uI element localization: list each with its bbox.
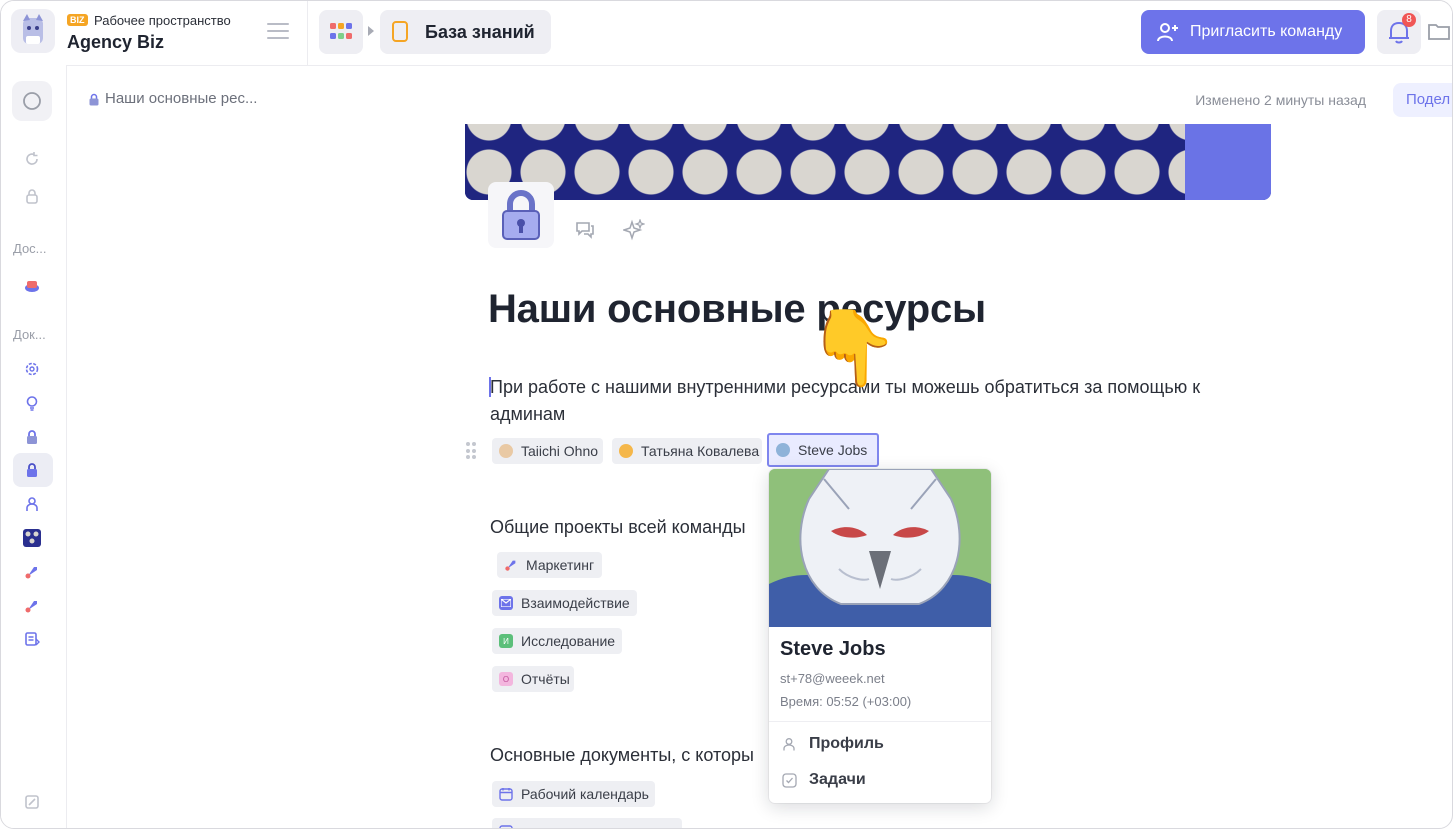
mention-label: Татьяна Ковалева (641, 443, 760, 459)
notifications-count-badge: 8 (1402, 13, 1416, 27)
project-label: Взаимодействие (521, 595, 630, 611)
document-breadcrumb[interactable]: Наши основные рес... (105, 90, 257, 107)
apps-grid-icon (330, 23, 352, 41)
workspace-logo[interactable] (11, 9, 55, 53)
rocket-icon (504, 558, 518, 572)
mention-chip-selected[interactable]: Steve Jobs (767, 433, 879, 467)
drag-handle-icon[interactable] (466, 442, 476, 460)
lock-icon (89, 93, 99, 106)
project-link[interactable]: И Исследование (492, 628, 622, 654)
checkbox-icon (781, 772, 797, 788)
divider (769, 721, 991, 722)
knowledge-base-breadcrumb[interactable]: База знаний (380, 10, 551, 54)
invite-team-label: Пригласить команду (1190, 23, 1343, 40)
share-label: Подел (1406, 91, 1451, 108)
app-window: BIZ Рабочее пространство Agency Biz База… (0, 0, 1453, 829)
padlock-doc-icon[interactable] (21, 426, 43, 448)
pointing-hand-icon: 👇 (807, 306, 900, 389)
project-link[interactable]: О Отчёты (492, 666, 574, 692)
project-link[interactable]: Маркетинг (497, 552, 602, 578)
calendar-icon (499, 824, 513, 828)
document-link[interactable] (492, 818, 682, 828)
document-link[interactable]: Рабочий календарь (492, 781, 655, 807)
apps-button[interactable] (319, 10, 363, 54)
mention-label: Steve Jobs (798, 442, 868, 458)
workspace-name[interactable]: Agency Biz (67, 32, 164, 53)
mail-icon (499, 596, 513, 610)
calendar-icon (499, 787, 513, 801)
owl-avatar-icon (769, 469, 991, 627)
rocket-icon[interactable] (21, 595, 43, 617)
comment-icon[interactable] (574, 219, 596, 239)
page-title[interactable]: Наши основные ресурсы (488, 287, 986, 332)
user-icon (781, 736, 797, 752)
project-label: Отчёты (521, 671, 570, 687)
gear-icon[interactable] (21, 358, 43, 380)
profile-menu-label: Профиль (809, 735, 884, 752)
collapse-sidebar-icon[interactable] (21, 791, 43, 813)
profile-name: Steve Jobs (780, 638, 886, 660)
tasks-menu-label: Задачи (809, 771, 866, 788)
avatar (776, 443, 790, 457)
mention-label: Taiichi Ohno (521, 443, 599, 459)
coffee-icon[interactable] (21, 274, 43, 296)
last-modified-label: Изменено 2 минуты назад (1195, 92, 1366, 108)
tasks-menu-item[interactable]: Задачи (781, 771, 866, 789)
mention-chip[interactable]: Татьяна Ковалева (612, 438, 762, 464)
project-label: Исследование (521, 633, 616, 649)
section-heading[interactable]: Основные документы, с которы (490, 745, 754, 766)
search-icon (23, 92, 41, 110)
cat-logo-icon (23, 14, 43, 44)
menu-icon[interactable] (267, 23, 289, 41)
sidebar-section-label: Дос... (13, 241, 47, 256)
lightbulb-icon[interactable] (21, 392, 43, 414)
workspace-subtitle: Рабочее пространство (94, 13, 231, 28)
folder-icon[interactable] (1427, 21, 1451, 41)
breadcrumb-arrow-icon (368, 26, 374, 36)
search-button[interactable] (12, 81, 52, 121)
avatar (619, 444, 633, 458)
add-user-icon (1157, 23, 1178, 42)
padlock-doc-active-icon[interactable] (21, 459, 43, 481)
cover-accent (1185, 124, 1271, 200)
share-button[interactable]: Подел (1393, 83, 1452, 117)
document-label: Рабочий календарь (521, 786, 649, 802)
user-profile-popover: Steve Jobs st+78@weeek.net Время: 05:52 … (769, 469, 991, 803)
cover-pattern (465, 124, 1205, 200)
section-heading[interactable]: Общие проекты всей команды (490, 517, 746, 538)
document-icon (392, 21, 408, 42)
profile-picture (769, 469, 991, 627)
mention-chip[interactable]: Taiichi Ohno (492, 438, 603, 464)
report-doc-icon[interactable] (21, 628, 43, 650)
project-avatar: О (499, 672, 513, 686)
sparkle-icon[interactable] (623, 219, 645, 241)
document-emoji-icon[interactable] (488, 182, 554, 248)
top-bar: BIZ Рабочее пространство Agency Biz База… (1, 1, 1452, 66)
cover-image[interactable] (465, 124, 1271, 200)
project-avatar: И (499, 634, 513, 648)
avatar (499, 444, 513, 458)
rocket-icon[interactable] (21, 561, 43, 583)
pattern-image-icon[interactable] (21, 527, 43, 549)
sidebar-section-label: Док... (13, 327, 46, 342)
padlock-icon (502, 190, 540, 240)
left-sidebar: Дос... Док... (1, 65, 67, 828)
workspace-badge: BIZ (67, 14, 88, 26)
profile-menu-item[interactable]: Профиль (781, 735, 884, 753)
breadcrumb-page-label: База знаний (425, 22, 535, 42)
history-icon[interactable] (21, 148, 43, 170)
invite-team-button[interactable]: Пригласить команду (1141, 10, 1365, 54)
profile-local-time: Время: 05:52 (+03:00) (780, 694, 912, 709)
profile-email[interactable]: st+78@weeek.net (780, 671, 885, 686)
lock-icon[interactable] (21, 185, 43, 207)
project-link[interactable]: Взаимодействие (492, 590, 637, 616)
user-icon[interactable] (21, 493, 43, 515)
project-label: Маркетинг (526, 557, 595, 573)
divider (307, 1, 308, 65)
